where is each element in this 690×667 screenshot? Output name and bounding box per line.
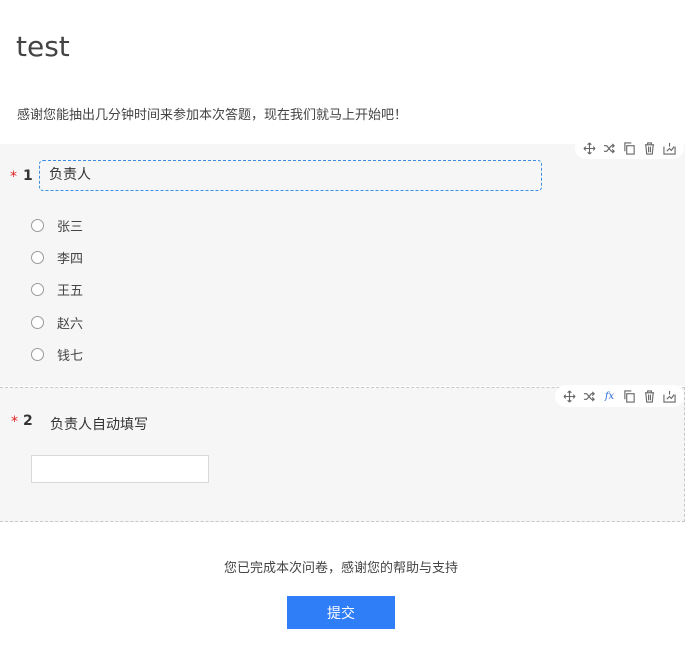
option-label: 张三	[57, 219, 84, 235]
move-icon[interactable]	[583, 142, 596, 155]
copy-icon[interactable]	[623, 389, 636, 403]
required-mark: *	[11, 414, 18, 430]
option-label: 钱七	[57, 348, 84, 364]
answer-input[interactable]	[31, 455, 209, 483]
radio-button[interactable]	[31, 250, 44, 264]
radio-option-3[interactable]: 王五	[31, 280, 84, 299]
move-icon[interactable]	[563, 390, 576, 403]
delete-icon[interactable]	[643, 141, 656, 155]
option-label: 赵六	[57, 316, 84, 332]
survey-intro: 感谢您能抽出几分钟时间来参加本次答题，现在我们就马上开始吧！	[17, 108, 408, 123]
option-label: 李四	[57, 251, 84, 267]
question-title: 负责人自动填写	[50, 417, 148, 433]
shuffle-icon[interactable]	[603, 142, 616, 155]
question-2-toolbar: fx	[555, 385, 684, 407]
option-label: 王五	[57, 283, 84, 299]
survey-title: test	[16, 30, 70, 63]
radio-option-4[interactable]: 赵六	[31, 313, 84, 332]
radio-option-2[interactable]: 李四	[31, 248, 84, 267]
radio-option-5[interactable]: 钱七	[31, 345, 84, 364]
submit-button[interactable]: 提交	[287, 596, 395, 629]
question-title-editor[interactable]: 负责人	[39, 160, 542, 191]
radio-button[interactable]	[31, 347, 44, 361]
export-icon[interactable]	[663, 390, 676, 403]
question-1[interactable]: * 1 负责人 张三 李四 王五 赵六 钱七	[0, 137, 685, 386]
radio-button[interactable]	[31, 315, 44, 329]
fx-icon[interactable]: fx	[603, 390, 616, 403]
radio-button[interactable]	[31, 218, 44, 232]
export-icon[interactable]	[663, 142, 676, 155]
copy-icon[interactable]	[623, 141, 636, 155]
shuffle-icon[interactable]	[583, 390, 596, 403]
question-number: 1	[23, 168, 33, 184]
radio-button[interactable]	[31, 282, 44, 296]
required-mark: *	[10, 169, 17, 185]
question-number: 2	[23, 413, 33, 429]
radio-option-1[interactable]: 张三	[31, 216, 84, 235]
question-2[interactable]: fx * 2 负责人自动填写	[0, 385, 685, 522]
delete-icon[interactable]	[643, 389, 656, 403]
question-1-toolbar	[575, 137, 684, 159]
completion-message: 您已完成本次问卷，感谢您的帮助与支持	[223, 561, 458, 576]
